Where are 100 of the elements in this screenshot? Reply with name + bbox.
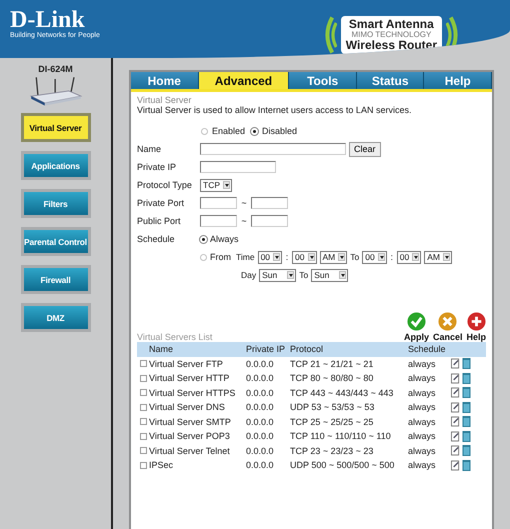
sidebar-button[interactable]: Applications [20,151,90,180]
help-button[interactable]: Help [466,312,486,342]
to-label: To [299,270,308,280]
edit-icon[interactable] [451,430,460,442]
sidebar-button[interactable]: DMZ [20,303,90,332]
ip-field[interactable] [200,161,276,173]
table-cell-text: TCP 23 ~ 23/23 ~ 23 [290,446,374,456]
table-cell-text: 0.0.0.0 [246,402,275,412]
port-field[interactable] [251,215,288,227]
trash-icon[interactable] [462,416,471,428]
time-label: Time [236,252,255,262]
minute-dropdown[interactable]: 00 [396,250,422,264]
nav-tab[interactable]: Help [424,72,492,89]
section-description: Virtual Server is used to allow Internet users access to LAN services. [137,105,412,115]
table-cell-text: Virtual Server DNS [149,402,226,412]
edit-icon[interactable] [451,387,460,398]
sidebar-button[interactable]: Parental Control [20,227,90,256]
row-checkbox[interactable] [140,447,146,454]
table-cell-text: 0.0.0.0 [246,416,275,427]
table-cell-text: 0.0.0.0 [246,446,275,456]
field-label: Private Port [137,198,186,208]
table-cell-text: UDP 500 ~ 500/500 ~ 500 [290,460,396,470]
minute-dropdown[interactable]: 00 [292,250,317,264]
plus-icon [466,312,486,331]
table-cell-text: Virtual Server POP3 [149,431,231,442]
table-cell-text: always [408,358,437,369]
row-checkbox[interactable] [140,418,146,426]
port-field[interactable] [200,197,237,209]
table-cell-text: TCP 110 ~ 110/110 ~ 110 [290,431,392,442]
sidebar-button[interactable]: Virtual Server [20,113,90,142]
trash-icon[interactable] [462,372,471,384]
radio-button[interactable] [201,128,208,134]
row-checkbox[interactable] [140,462,146,469]
to-label: To [350,252,360,262]
table-cell-text: always [408,402,437,412]
nav-tab[interactable]: Status [356,72,424,89]
hour-dropdown[interactable]: 00 [258,250,282,264]
table-cell-text: Virtual Server Telnet [149,446,231,456]
row-checkbox[interactable] [140,404,146,411]
edit-icon[interactable] [451,416,460,428]
day-dropdown[interactable]: Sun [311,268,348,282]
table-cell-text: 0.0.0.0 [246,431,275,442]
field-label: Schedule [137,234,176,244]
model-label: DI-624M [38,64,73,74]
sidebar-button[interactable]: Filters [20,189,90,218]
port-field[interactable] [200,215,237,227]
trash-icon[interactable] [462,387,471,398]
check-icon [406,312,426,331]
sidebar-button[interactable]: Firewall [20,265,90,294]
table-cell-text: always [408,460,437,470]
port-field[interactable] [251,197,288,209]
table-cell-text: always [408,373,437,384]
edit-icon[interactable] [451,460,460,471]
row-checkbox[interactable] [140,432,146,440]
column-header: Schedule [408,344,447,354]
cancel-button[interactable]: Cancel [432,312,462,342]
edit-icon[interactable] [451,372,460,384]
table-cell-text: Virtual Server FTP [149,358,224,369]
table-cell-text: always [408,431,437,442]
time-separator: : [285,252,290,262]
brand-logo: D-Link [10,8,85,32]
trash-icon[interactable] [462,445,471,456]
table-cell-text: 0.0.0.0 [246,358,275,369]
clear-button[interactable]: Clear [349,142,381,156]
edit-icon[interactable] [451,445,460,456]
edit-icon[interactable] [451,402,460,413]
apply-button[interactable]: Apply [404,312,429,342]
row-checkbox[interactable] [140,360,146,368]
table-cell-text: TCP 80 ~ 80/80 ~ 80 [290,373,374,384]
field-label: Protocol Type [137,180,193,190]
trash-icon[interactable] [462,358,471,370]
day-dropdown[interactable]: Sun [259,268,296,282]
trash-icon[interactable] [462,460,471,471]
radio-button[interactable] [200,254,207,260]
column-header: Private IP [246,344,286,354]
radio-label: Enabled [212,126,246,136]
ampm-dropdown[interactable]: AM [320,250,348,264]
field-label: Name [137,144,162,154]
hour-dropdown[interactable]: 00 [362,250,387,264]
list-title: Virtual Servers List [137,332,212,342]
edit-icon[interactable] [451,358,460,370]
name-field[interactable] [200,143,346,155]
protocol-dropdown[interactable]: TCP [200,178,232,192]
section-title: Virtual Server [137,95,192,105]
badge-subtitle: MIMO TECHNOLOGY [351,30,432,40]
nav-tab[interactable]: Home [131,72,199,89]
nav-tab[interactable]: Tools [289,72,357,89]
table-cell-text: 0.0.0.0 [246,388,275,398]
table-cell-text: TCP 25 ~ 25/25 ~ 25 [290,416,374,427]
table-cell-text: Virtual Server HTTPS [149,388,236,398]
nav-tab[interactable]: Advanced [198,72,290,89]
trash-icon[interactable] [462,402,471,413]
table-cell-text: always [408,446,437,456]
row-checkbox[interactable] [140,389,146,396]
table-cell-text: always [408,388,437,398]
row-checkbox[interactable] [140,374,146,382]
field-label: Public Port [137,216,182,226]
table-cell-text: Virtual Server HTTP [149,373,230,384]
trash-icon[interactable] [462,430,471,442]
ampm-dropdown[interactable]: AM [424,250,452,264]
